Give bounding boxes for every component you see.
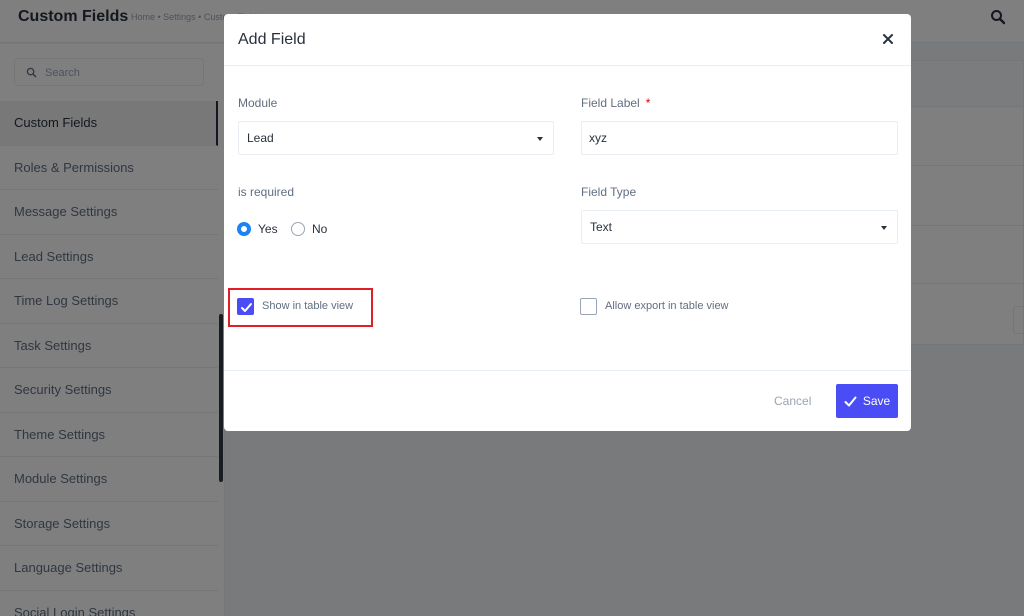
radio-yes-indicator[interactable] <box>237 222 251 236</box>
allow-export-checkbox-box[interactable] <box>580 297 597 315</box>
modal-header: Add Field <box>224 14 911 66</box>
chevron-down-icon <box>881 226 887 230</box>
field-label-text: Field Label <box>581 96 640 110</box>
check-icon <box>844 396 857 406</box>
field-label-input[interactable] <box>581 121 898 155</box>
save-button[interactable]: Save <box>836 384 898 418</box>
radio-no-indicator[interactable] <box>291 222 305 236</box>
field-label-label: Field Label * <box>581 96 650 110</box>
modal-footer-divider <box>224 370 911 371</box>
field-type-label: Field Type <box>581 185 637 199</box>
close-icon[interactable] <box>881 32 895 46</box>
chevron-down-icon <box>537 137 543 141</box>
field-type-select-value: Text <box>590 220 613 234</box>
module-label: Module <box>238 96 278 110</box>
module-select-value: Lead <box>247 131 274 145</box>
cancel-button[interactable]: Cancel <box>774 394 811 408</box>
is-required-label: is required <box>238 185 295 199</box>
required-asterisk: * <box>645 96 651 110</box>
radio-yes-label: Yes <box>258 222 278 236</box>
field-type-select[interactable]: Text <box>581 210 898 244</box>
show-in-table-checkbox[interactable]: Show in table view <box>237 297 353 315</box>
show-in-table-label: Show in table view <box>262 300 354 312</box>
modal-title: Add Field <box>238 31 306 48</box>
radio-no-label: No <box>312 222 328 236</box>
allow-export-checkbox[interactable]: Allow export in table view <box>580 297 729 315</box>
radio-no[interactable]: No <box>291 221 327 237</box>
add-field-modal: Add Field Module Lead Field Label * is re… <box>224 14 911 431</box>
show-in-table-checkbox-box[interactable] <box>237 297 254 315</box>
module-select[interactable]: Lead <box>238 121 554 155</box>
allow-export-label: Allow export in table view <box>605 300 729 312</box>
check-icon <box>241 302 252 312</box>
save-button-label: Save <box>862 394 891 408</box>
radio-yes[interactable]: Yes <box>237 221 278 237</box>
